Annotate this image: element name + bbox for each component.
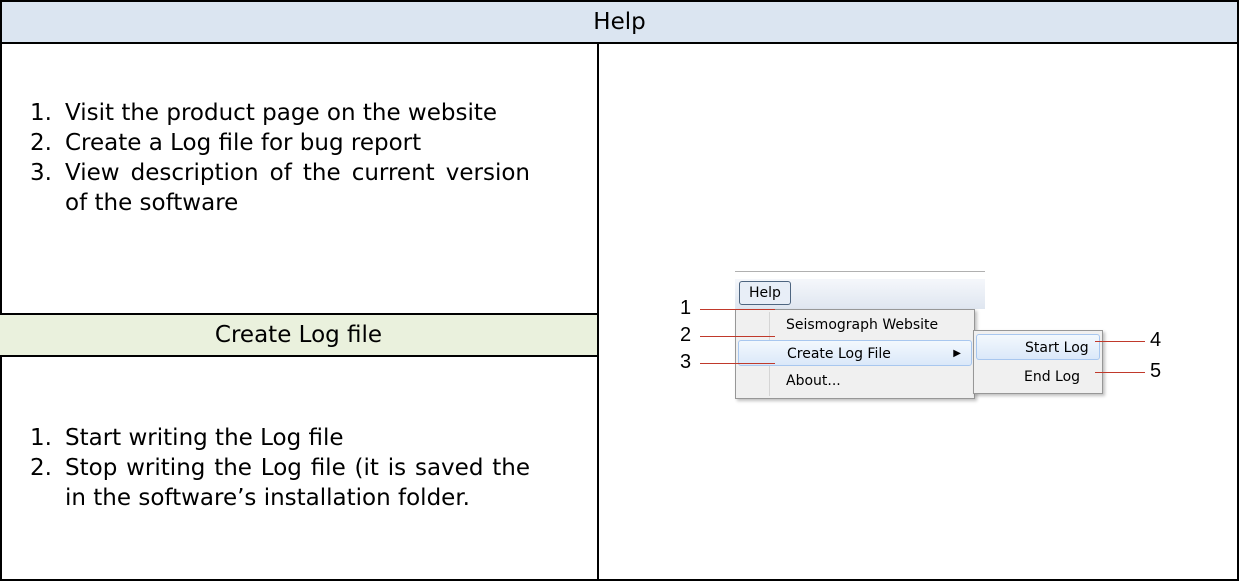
callout-line-1 (700, 309, 775, 310)
list-item: 1. Visit the product page on the website (30, 100, 498, 126)
help-dropdown: Seismograph Website Create Log File ▶ Ab… (735, 309, 975, 399)
callout-1: 1 (680, 297, 692, 319)
callout-line-4 (1095, 341, 1145, 342)
menubar-top-border (735, 271, 985, 272)
menu-item-label: Create Log File (787, 346, 891, 362)
callout-3: 3 (680, 351, 692, 373)
callout-4: 4 (1150, 329, 1162, 351)
menu-item-start-log[interactable]: Start Log (976, 334, 1100, 360)
callout-5: 5 (1150, 360, 1162, 382)
callout-line-5 (1095, 372, 1145, 373)
list-item: 2. Stop writing the Log file (it is saved… (30, 455, 530, 511)
menu-item-about[interactable]: About... (738, 368, 972, 394)
menu-item-end-log[interactable]: End Log (976, 364, 1100, 390)
callout-line-3 (700, 363, 775, 364)
log-submenu: Start Log End Log (973, 330, 1103, 394)
table-header-help: Help (2, 2, 1237, 44)
menu-item-seismograph-website[interactable]: Seismograph Website (738, 312, 972, 338)
column-divider (597, 42, 599, 579)
help-features-list: 1. Visit the product page on the website … (0, 98, 530, 218)
help-menu-screenshot: Help Seismograph Website Create Log File… (735, 271, 1175, 401)
list-item: 2. Create a Log file for bug report (30, 130, 422, 156)
menubar: Help (735, 279, 985, 309)
log-features-list: 1. Start writing the Log file 2. Stop writ… (0, 423, 530, 513)
submenu-arrow-icon: ▶ (953, 348, 961, 359)
section-header-create-log: Create Log file (0, 315, 597, 357)
callout-line-2 (700, 336, 775, 337)
list-item: 3. View description of the current versio… (30, 160, 530, 216)
list-item: 1. Start writing the Log file (30, 425, 344, 451)
help-menu-button[interactable]: Help (739, 281, 791, 305)
callout-2: 2 (680, 324, 692, 346)
